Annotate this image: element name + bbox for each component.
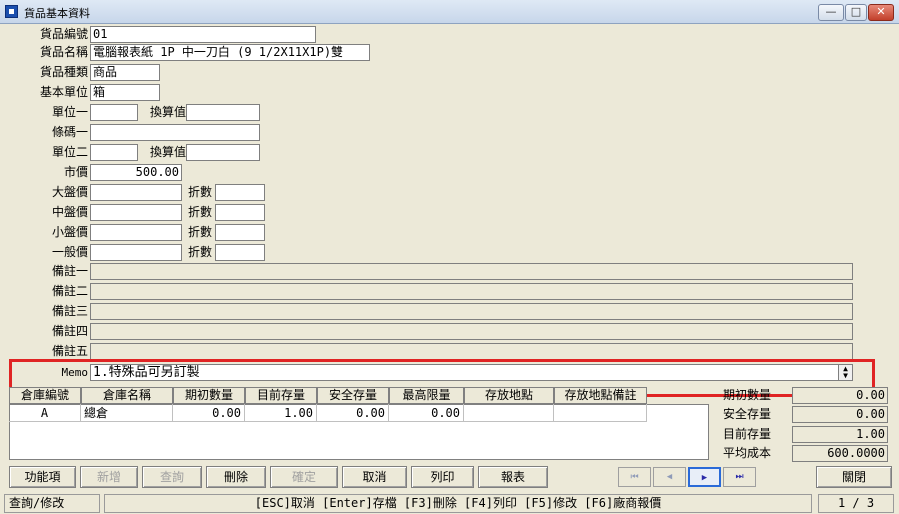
grid-cell-wh-name[interactable]: 總倉 bbox=[81, 404, 173, 422]
print-button[interactable]: 列印 bbox=[411, 466, 474, 488]
item-type-field[interactable]: 商品 bbox=[90, 64, 160, 81]
remark3-field[interactable] bbox=[90, 303, 853, 320]
confirm-button[interactable]: 確定 bbox=[270, 466, 338, 488]
market-price-field[interactable]: 500.00 bbox=[90, 164, 182, 181]
summary-safe-qty-label: 安全存量 bbox=[723, 407, 772, 421]
grid-cell-max-qty[interactable]: 0.00 bbox=[389, 404, 464, 422]
general-disc-field[interactable] bbox=[215, 244, 265, 261]
grid-header-max-qty[interactable]: 最高限量 bbox=[389, 387, 464, 404]
app-icon bbox=[5, 5, 18, 18]
add-button[interactable]: 新增 bbox=[80, 466, 138, 488]
grid-header-wh-code[interactable]: 倉庫編號 bbox=[9, 387, 81, 404]
nav-next-icon[interactable]: ▶ bbox=[688, 467, 721, 487]
mid-price-field[interactable] bbox=[90, 204, 182, 221]
barcode1-label: 條碼一 bbox=[51, 125, 88, 139]
delete-button[interactable]: 刪除 bbox=[206, 466, 266, 488]
functions-button[interactable]: 功能項 bbox=[9, 466, 76, 488]
unit2-field[interactable] bbox=[90, 144, 138, 161]
grid-cell-location[interactable] bbox=[464, 404, 554, 422]
grid-cell-location-note[interactable] bbox=[554, 404, 647, 422]
general-price-field[interactable] bbox=[90, 244, 182, 261]
summary-init-qty-field: 0.00 bbox=[792, 387, 888, 404]
small-price-field[interactable] bbox=[90, 224, 182, 241]
conv2-label: 換算值 bbox=[149, 145, 186, 159]
grid-cell-safe-qty[interactable]: 0.00 bbox=[317, 404, 389, 422]
status-page: 1 / 3 bbox=[818, 494, 894, 513]
general-price-label: 一般價 bbox=[51, 245, 88, 259]
mid-disc-field[interactable] bbox=[215, 204, 265, 221]
remark2-field[interactable] bbox=[90, 283, 853, 300]
item-name-label: 貨品名稱 bbox=[39, 45, 88, 59]
barcode1-field[interactable] bbox=[90, 124, 260, 141]
item-type-label: 貨品種類 bbox=[39, 65, 88, 79]
mid-disc-label: 折數 bbox=[187, 205, 212, 219]
grid-header-location-note[interactable]: 存放地點備註 bbox=[554, 387, 647, 404]
small-disc-label: 折數 bbox=[187, 225, 212, 239]
report-button[interactable]: 報表 bbox=[478, 466, 548, 488]
status-mode: 查詢/修改 bbox=[4, 494, 100, 513]
minimize-button[interactable]: — bbox=[818, 4, 844, 21]
remark4-label: 備註四 bbox=[51, 324, 88, 338]
small-disc-field[interactable] bbox=[215, 224, 265, 241]
summary-cur-qty-field: 1.00 bbox=[792, 426, 888, 443]
title-bar: 貨品基本資料 — □ ✕ bbox=[0, 0, 899, 24]
big-disc-field[interactable] bbox=[215, 184, 265, 201]
grid-header-safe-qty[interactable]: 安全存量 bbox=[317, 387, 389, 404]
grid-header-location[interactable]: 存放地點 bbox=[464, 387, 554, 404]
summary-avg-cost-field: 600.0000 bbox=[792, 445, 888, 462]
summary-avg-cost-label: 平均成本 bbox=[723, 446, 772, 460]
summary-cur-qty-label: 目前存量 bbox=[723, 427, 772, 441]
status-hint: [ESC]取消 [Enter]存檔 [F3]刪除 [F4]列印 [F5]修改 [… bbox=[104, 494, 812, 513]
item-no-label: 貨品編號 bbox=[39, 27, 88, 41]
cancel-button[interactable]: 取消 bbox=[342, 466, 407, 488]
small-price-label: 小盤價 bbox=[51, 225, 88, 239]
general-disc-label: 折數 bbox=[187, 245, 212, 259]
grid-header-cur-qty[interactable]: 目前存量 bbox=[245, 387, 317, 404]
mid-price-label: 中盤價 bbox=[51, 205, 88, 219]
conv1-label: 換算值 bbox=[149, 105, 186, 119]
nav-prev-icon[interactable]: ◀ bbox=[653, 467, 686, 487]
summary-init-qty-label: 期初數量 bbox=[723, 388, 772, 402]
remark1-label: 備註一 bbox=[51, 264, 88, 278]
conv1-field[interactable] bbox=[186, 104, 260, 121]
close-button[interactable]: 關閉 bbox=[816, 466, 892, 488]
remark3-label: 備註三 bbox=[51, 304, 88, 318]
status-bar: 查詢/修改 [ESC]取消 [Enter]存檔 [F3]刪除 [F4]列印 [F… bbox=[0, 492, 899, 514]
remark5-field[interactable] bbox=[90, 343, 853, 360]
remark4-field[interactable] bbox=[90, 323, 853, 340]
query-button[interactable]: 查詢 bbox=[142, 466, 202, 488]
summary-safe-qty-field: 0.00 bbox=[792, 406, 888, 423]
remark1-field[interactable] bbox=[90, 263, 853, 280]
base-unit-field[interactable]: 箱 bbox=[90, 84, 160, 101]
grid-cell-wh-code[interactable]: A bbox=[9, 404, 81, 422]
base-unit-label: 基本單位 bbox=[39, 85, 88, 99]
close-window-button[interactable]: ✕ bbox=[868, 4, 894, 21]
unit2-label: 單位二 bbox=[51, 145, 88, 159]
item-name-field[interactable]: 電腦報表紙 1P 中一刀白 (9 1/2X11X1P)雙 bbox=[90, 44, 370, 61]
grid-header-wh-name[interactable]: 倉庫名稱 bbox=[81, 387, 173, 404]
unit1-field[interactable] bbox=[90, 104, 138, 121]
big-price-field[interactable] bbox=[90, 184, 182, 201]
grid-cell-init-qty[interactable]: 0.00 bbox=[173, 404, 245, 422]
big-disc-label: 折數 bbox=[187, 185, 212, 199]
remark2-label: 備註二 bbox=[51, 284, 88, 298]
grid-cell-cur-qty[interactable]: 1.00 bbox=[245, 404, 317, 422]
grid-header-init-qty[interactable]: 期初數量 bbox=[173, 387, 245, 404]
market-price-label: 市價 bbox=[63, 165, 88, 179]
nav-first-icon[interactable]: ⏮ bbox=[618, 467, 651, 487]
unit1-label: 單位一 bbox=[51, 105, 88, 119]
maximize-button[interactable]: □ bbox=[845, 4, 867, 21]
window-title: 貨品基本資料 bbox=[24, 7, 90, 20]
remark5-label: 備註五 bbox=[51, 344, 88, 358]
conv2-field[interactable] bbox=[186, 144, 260, 161]
big-price-label: 大盤價 bbox=[51, 185, 88, 199]
item-no-field[interactable]: 01 bbox=[90, 26, 316, 43]
nav-last-icon[interactable]: ⏭ bbox=[723, 467, 756, 487]
